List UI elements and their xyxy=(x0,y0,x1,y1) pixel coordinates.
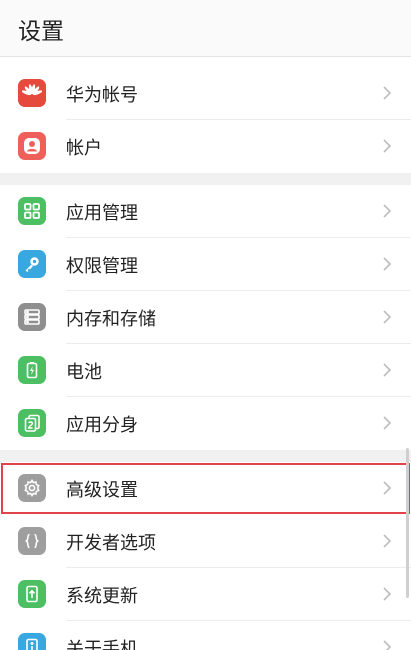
settings-item-permissions[interactable]: 权限管理 xyxy=(0,238,411,291)
chevron-right-icon xyxy=(383,640,392,650)
chevron-right-icon xyxy=(383,257,392,271)
battery-icon xyxy=(18,356,46,384)
group-separator xyxy=(0,173,411,185)
chevron-right-icon xyxy=(383,481,392,495)
settings-item-app-management[interactable]: 应用管理 xyxy=(0,185,411,238)
settings-item-label: 权限管理 xyxy=(66,256,138,277)
settings-item-label: 内存和存储 xyxy=(66,309,156,330)
settings-item-label: 电池 xyxy=(66,362,102,383)
settings-item-system-update[interactable]: 系统更新 xyxy=(0,568,411,621)
settings-item-label: 关于手机 xyxy=(66,639,138,650)
phone-info-icon xyxy=(18,633,46,650)
huawei-logo-icon xyxy=(18,79,46,107)
settings-list[interactable]: 华为帐号 帐户 应用管理 权限管理 内存和存储 电池 应用分身 高级设置 开发者… xyxy=(0,57,411,650)
top-spacer xyxy=(0,57,411,67)
app-clone-icon xyxy=(18,409,46,437)
settings-item-label: 高级设置 xyxy=(66,480,138,501)
page-title: 设置 xyxy=(18,19,64,45)
group-separator xyxy=(0,450,411,462)
settings-item-accounts[interactable]: 帐户 xyxy=(0,120,411,173)
settings-item-label: 华为帐号 xyxy=(66,85,138,106)
settings-item-developer-options[interactable]: 开发者选项 xyxy=(0,515,411,568)
chevron-right-icon xyxy=(383,204,392,218)
settings-item-advanced-settings[interactable]: 高级设置 xyxy=(0,462,411,515)
settings-item-label: 帐户 xyxy=(66,138,102,159)
storage-icon xyxy=(18,303,46,331)
account-icon xyxy=(18,132,46,160)
chevron-right-icon xyxy=(383,139,392,153)
system-update-icon xyxy=(18,580,46,608)
settings-item-app-twin[interactable]: 应用分身 xyxy=(0,397,411,450)
settings-item-label: 系统更新 xyxy=(66,586,138,607)
chevron-right-icon xyxy=(383,587,392,601)
settings-item-label: 应用管理 xyxy=(66,203,138,224)
settings-item-about-phone[interactable]: 关于手机 xyxy=(0,621,411,650)
system-group: 应用管理 权限管理 内存和存储 电池 应用分身 高级设置 开发者选项 系统更新 … xyxy=(0,185,411,650)
account-group: 华为帐号 帐户 xyxy=(0,67,411,173)
chevron-right-icon xyxy=(383,86,392,100)
app-grid-icon xyxy=(18,197,46,225)
scrollbar[interactable] xyxy=(406,448,409,598)
gear-icon xyxy=(18,474,46,502)
chevron-right-icon xyxy=(383,310,392,324)
chevron-right-icon xyxy=(383,363,392,377)
key-icon xyxy=(18,250,46,278)
chevron-right-icon xyxy=(383,416,392,430)
settings-item-battery[interactable]: 电池 xyxy=(0,344,411,397)
chevron-right-icon xyxy=(383,534,392,548)
settings-item-label: 开发者选项 xyxy=(66,533,156,554)
app-header: 设置 xyxy=(0,0,411,57)
braces-icon xyxy=(18,527,46,555)
settings-item-huawei-id[interactable]: 华为帐号 xyxy=(0,67,411,120)
settings-item-label: 应用分身 xyxy=(66,415,138,436)
settings-item-memory-storage[interactable]: 内存和存储 xyxy=(0,291,411,344)
